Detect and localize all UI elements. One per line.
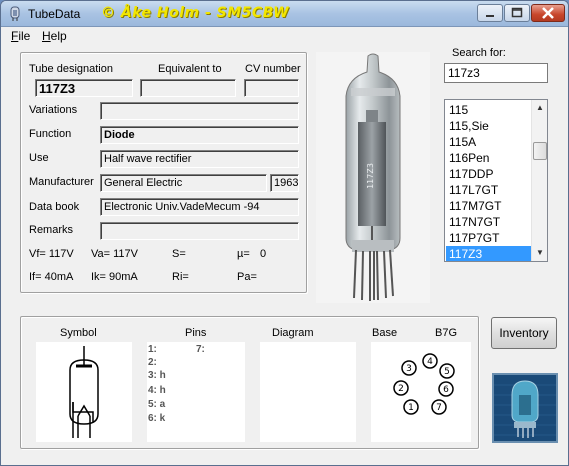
- b7g-base-icon: 1 2 3 4 5 6 7: [393, 353, 455, 415]
- symbol-label: Symbol: [60, 327, 97, 339]
- search-input[interactable]: 117z3: [444, 63, 548, 83]
- variations-field[interactable]: [100, 102, 299, 120]
- tube-app-icon: [10, 6, 20, 21]
- base-pin-label: 2: [398, 384, 404, 394]
- va-value: Va= 117V: [91, 248, 138, 260]
- pin-6: 6: k: [148, 413, 166, 424]
- minimize-button[interactable]: [477, 4, 503, 22]
- pins-box: 1: 2: 3: h 4: h 5: a 6: k 7:: [147, 342, 245, 442]
- equivalent-label: Equivalent to: [158, 63, 222, 75]
- menu-file[interactable]: File: [11, 29, 30, 43]
- close-icon: [542, 7, 554, 19]
- author-watermark: © Åke Holm - SM5CBW: [101, 5, 290, 21]
- vacuum-tube-image: 117Z3: [345, 53, 401, 301]
- scroll-down-arrow-icon[interactable]: ▼: [532, 245, 547, 261]
- tube-listbox[interactable]: 115 115,Sie 115A 116Pen 117DDP 117L7GT 1…: [444, 99, 548, 262]
- base-box: 1 2 3 4 5 6 7: [371, 342, 471, 442]
- tube-photo: 117Z3: [316, 52, 430, 303]
- remarks-field[interactable]: [100, 222, 299, 240]
- year-field[interactable]: 1963: [270, 174, 299, 192]
- equivalent-field[interactable]: [140, 79, 236, 97]
- manufacturer-field[interactable]: General Electric: [100, 174, 267, 192]
- pin-5: 5: a: [148, 399, 166, 410]
- listbox-scrollbar[interactable]: ▲ ▼: [531, 100, 547, 261]
- pa-value: Pa=: [237, 271, 257, 283]
- base-pin-label: 7: [436, 403, 442, 413]
- mu-label: µ=: [237, 248, 250, 260]
- inventory-button[interactable]: Inventory: [491, 317, 557, 349]
- list-item[interactable]: 116Pen: [446, 150, 532, 166]
- diagram-box: [260, 342, 356, 442]
- base-type-label: B7G: [435, 327, 458, 339]
- minimize-icon: [486, 15, 494, 17]
- s-value: S=: [172, 248, 186, 260]
- pin-7: 7:: [196, 344, 205, 355]
- tubedata-window: TubeData © Åke Holm - SM5CBW File Help T…: [0, 0, 569, 466]
- pin-1: 1:: [148, 344, 157, 355]
- base-pin-label: 3: [406, 364, 412, 374]
- manufacturer-label: Manufacturer: [29, 176, 94, 188]
- function-field[interactable]: Diode: [100, 126, 299, 144]
- cv-number-label: CV number: [245, 63, 301, 75]
- remarks-label: Remarks: [29, 224, 74, 236]
- list-item[interactable]: 117N7GT: [446, 214, 532, 230]
- title-bar: TubeData © Åke Holm - SM5CBW: [1, 1, 568, 27]
- base-pin-label: 1: [408, 403, 414, 413]
- maximize-button[interactable]: [504, 4, 530, 22]
- variations-label: Variations: [29, 104, 78, 116]
- tube-symbol-box: [36, 342, 132, 442]
- diode-symbol-icon: [69, 346, 99, 438]
- list-item[interactable]: 117L7GT: [446, 182, 532, 198]
- use-field[interactable]: Half wave rectifier: [100, 150, 299, 168]
- list-item[interactable]: 117M7GT: [446, 198, 532, 214]
- list-item[interactable]: 117P7GT: [446, 230, 532, 246]
- pin-4: 4: h: [148, 385, 166, 396]
- app-logo: [492, 373, 558, 443]
- pins-label: Pins: [185, 327, 207, 339]
- scroll-up-arrow-icon[interactable]: ▲: [532, 100, 547, 116]
- base-label: Base: [372, 327, 398, 339]
- function-label: Function: [29, 128, 72, 140]
- base-pin-label: 5: [444, 367, 450, 377]
- menu-bar: File Help: [1, 27, 568, 45]
- window-title: TubeData: [28, 7, 81, 21]
- menu-help[interactable]: Help: [42, 29, 67, 43]
- base-pin-label: 4: [427, 357, 433, 367]
- pin-3: 3: h: [148, 370, 166, 381]
- cv-number-field[interactable]: [244, 79, 299, 97]
- list-item[interactable]: 115,Sie: [446, 118, 532, 134]
- ik-value: Ik= 90mA: [91, 271, 138, 283]
- search-label: Search for:: [452, 47, 506, 59]
- databook-label: Data book: [29, 201, 80, 213]
- pin-2: 2:: [148, 357, 157, 368]
- list-item[interactable]: 115A: [446, 134, 532, 150]
- ri-value: Ri=: [172, 271, 189, 283]
- mu-value: 0: [260, 248, 267, 260]
- scroll-thumb[interactable]: [533, 142, 547, 160]
- list-item-selected[interactable]: 117Z3: [446, 246, 532, 261]
- maximize-icon: [511, 7, 523, 18]
- databook-field[interactable]: Electronic Univ.VadeMecum -94: [100, 198, 299, 216]
- vf-value: Vf= 117V: [29, 248, 74, 260]
- tube-marking: 117Z3: [366, 163, 375, 189]
- tube-designation-label: Tube designation: [29, 63, 113, 75]
- if-value: If= 40mA: [29, 271, 74, 283]
- tube-logo-icon: [494, 375, 556, 441]
- list-item[interactable]: 117DDP: [446, 166, 532, 182]
- use-label: Use: [29, 152, 49, 164]
- close-button[interactable]: [531, 4, 565, 22]
- tube-designation-field[interactable]: 117Z3: [35, 79, 133, 97]
- base-pin-label: 6: [443, 385, 449, 395]
- list-item[interactable]: 115: [446, 102, 532, 118]
- diagram-label: Diagram: [272, 327, 314, 339]
